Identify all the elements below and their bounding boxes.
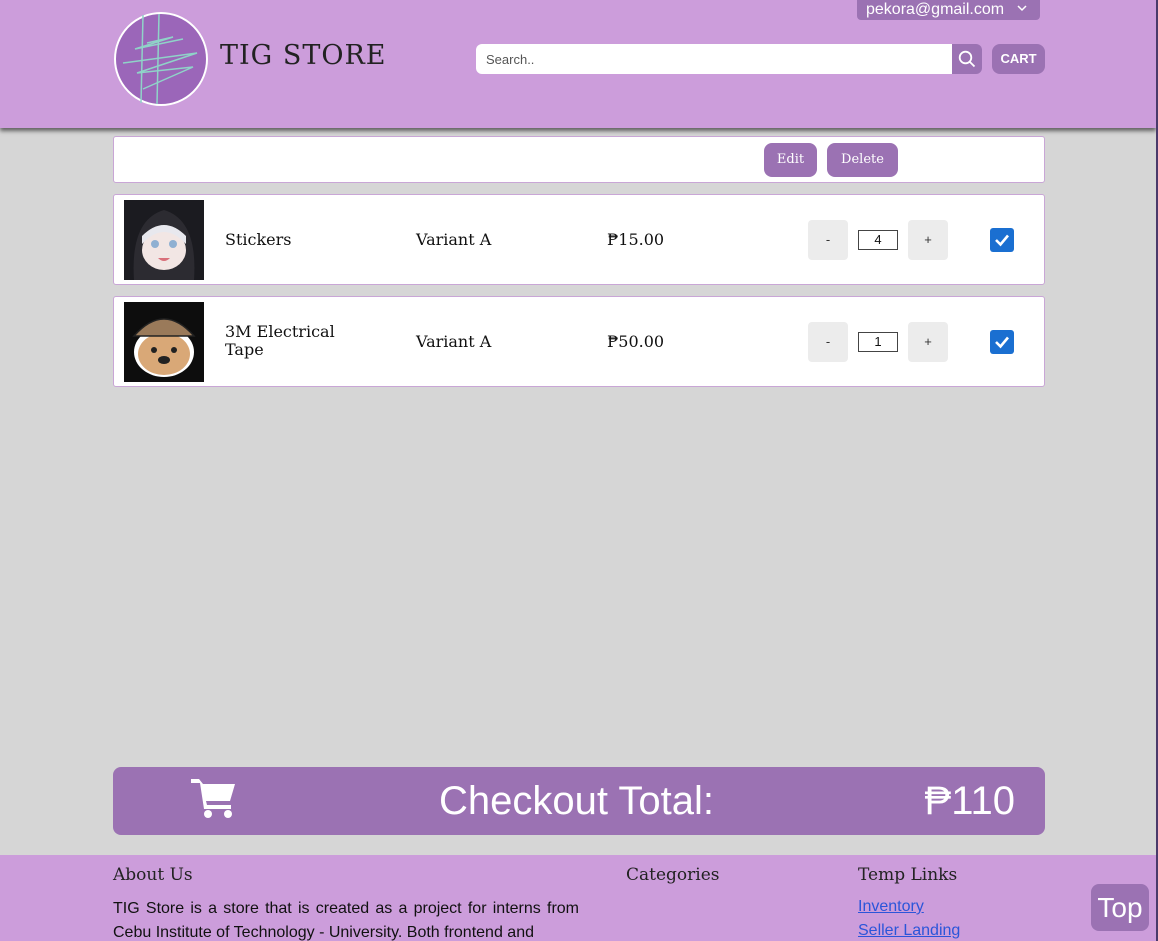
checkout-total: ₱110 [924, 779, 1015, 823]
store-logo[interactable] [113, 11, 209, 107]
back-to-top-button[interactable]: Top [1091, 884, 1149, 931]
site-footer: About Us TIG Store is a store that is cr… [0, 855, 1156, 941]
brand-name[interactable]: TIG STORE [220, 40, 387, 71]
cart-toolbar: Edit Delete [113, 136, 1045, 183]
inventory-link[interactable]: Inventory [858, 898, 924, 916]
product-price: ₱15.00 [607, 230, 665, 249]
search-bar [476, 44, 982, 74]
item-select-checkbox[interactable] [990, 330, 1014, 354]
product-image[interactable] [124, 302, 204, 382]
product-image[interactable] [124, 200, 204, 280]
product-name: 3M Electrical Tape [225, 322, 335, 359]
delete-button[interactable]: Delete [827, 143, 898, 177]
quantity-input[interactable]: 4 [858, 230, 898, 250]
site-header: pekora@gmail.com TIG STORE CART [0, 0, 1156, 128]
cart-item-row: 3M Electrical Tape Variant A ₱50.00 - 1 … [113, 296, 1045, 387]
product-variant: Variant A [416, 230, 492, 249]
checkout-label: Checkout Total: [439, 779, 714, 823]
about-text: TIG Store is a store that is created as … [113, 900, 579, 941]
user-email: pekora@gmail.com [866, 1, 1005, 18]
search-icon [958, 50, 976, 68]
cart-button[interactable]: CART [992, 44, 1045, 74]
about-heading: About Us [113, 865, 193, 885]
product-variant: Variant A [416, 332, 492, 351]
search-button[interactable] [952, 44, 982, 74]
chevron-down-icon [1017, 5, 1027, 12]
increase-quantity-button[interactable]: + [908, 220, 948, 260]
user-menu[interactable]: pekora@gmail.com [857, 0, 1040, 20]
check-icon [995, 336, 1009, 349]
temp-links-heading: Temp Links [858, 865, 958, 885]
decrease-quantity-button[interactable]: - [808, 220, 848, 260]
edit-button[interactable]: Edit [764, 143, 817, 177]
decrease-quantity-button[interactable]: - [808, 322, 848, 362]
search-input[interactable] [476, 44, 952, 74]
quantity-input[interactable]: 1 [858, 332, 898, 352]
cart-item-row: Stickers Variant A ₱15.00 - 4 + [113, 194, 1045, 285]
seller-landing-link[interactable]: Seller Landing [858, 922, 960, 940]
item-select-checkbox[interactable] [990, 228, 1014, 252]
categories-heading: Categories [626, 865, 720, 885]
shopping-cart-icon [191, 779, 235, 818]
product-name: Stickers [225, 230, 292, 249]
check-icon [995, 234, 1009, 247]
checkout-bar[interactable]: Checkout Total: ₱110 [113, 767, 1045, 835]
product-price: ₱50.00 [607, 332, 665, 351]
increase-quantity-button[interactable]: + [908, 322, 948, 362]
